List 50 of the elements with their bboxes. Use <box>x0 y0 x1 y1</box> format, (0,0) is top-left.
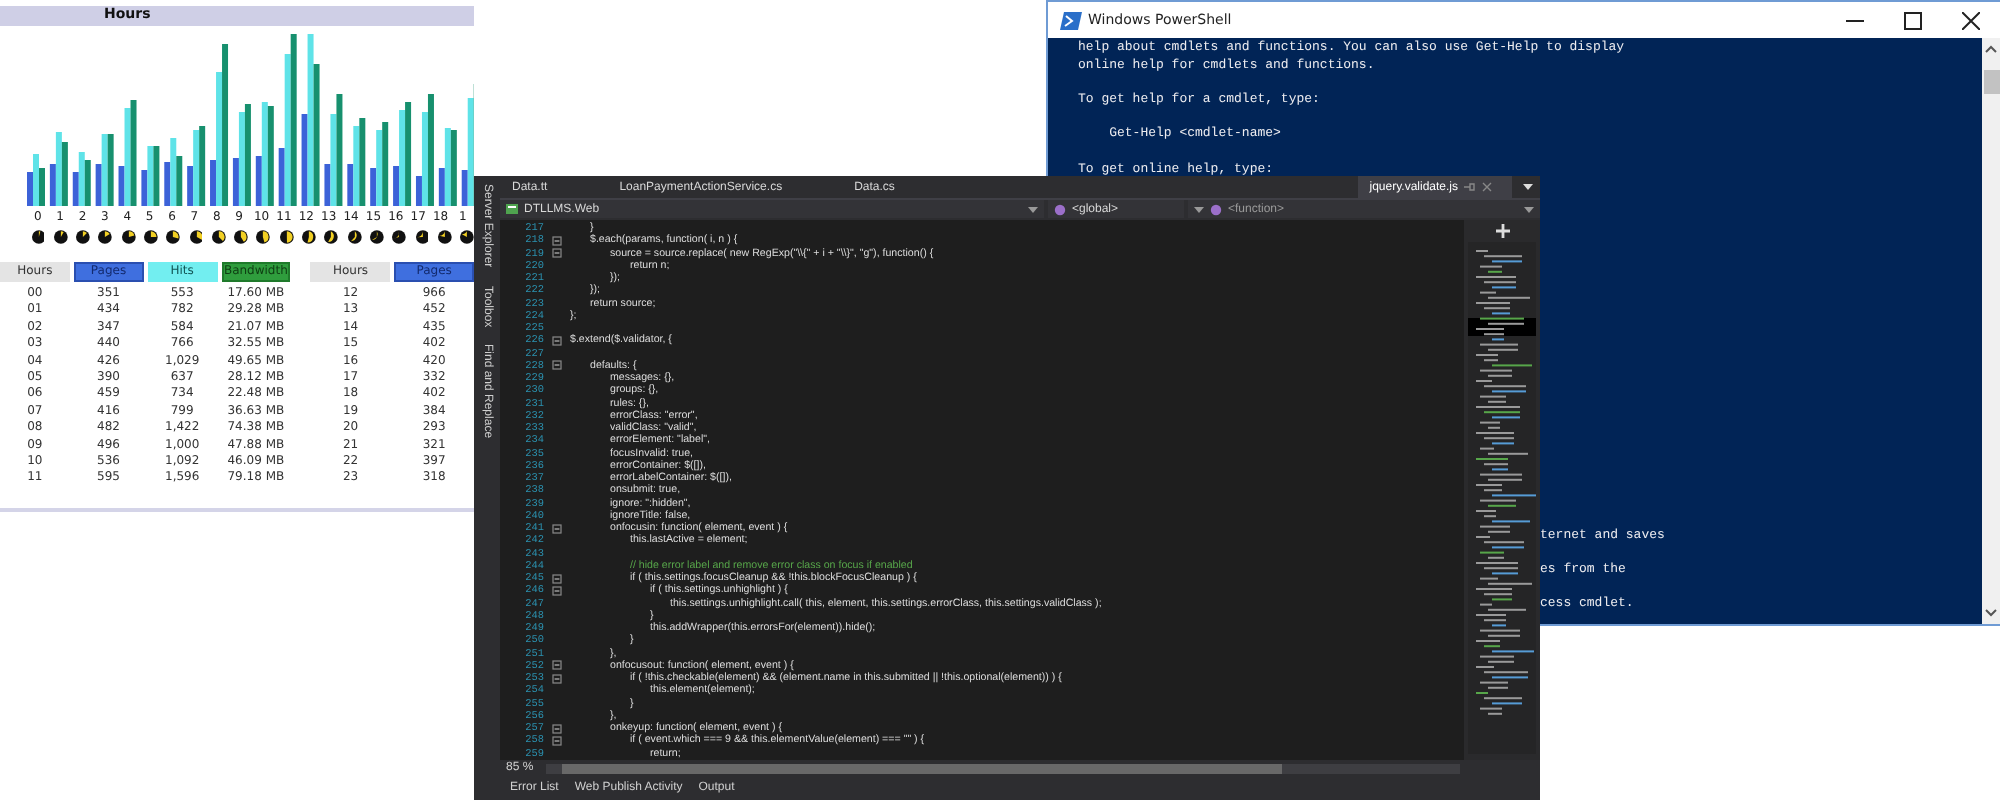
minimap-drawing[interactable] <box>1468 242 1536 754</box>
clock-icon <box>437 230 452 244</box>
collapse-icon[interactable] <box>552 573 562 584</box>
clock-icon <box>143 230 158 244</box>
clock-icon <box>166 230 181 244</box>
clock-icon <box>256 230 271 244</box>
caret-icon <box>1524 205 1534 213</box>
clock-icon <box>31 230 45 244</box>
scroll-thumb[interactable] <box>561 763 1282 773</box>
clock-icon <box>460 230 474 244</box>
clock-icon <box>53 230 68 244</box>
clock-icon <box>98 230 113 244</box>
collapse-icon[interactable] <box>552 523 562 534</box>
pin-icon[interactable] <box>1464 182 1476 192</box>
method-icon <box>1210 203 1222 215</box>
clock-icon <box>392 230 407 244</box>
dropdown-caret-icon[interactable] <box>1522 182 1534 192</box>
close-icon[interactable] <box>1482 182 1492 192</box>
clock-icon <box>234 230 249 244</box>
scope-icon <box>1054 203 1066 215</box>
clock-icon <box>189 230 203 244</box>
clock-icon <box>76 230 90 244</box>
collapse-icon[interactable] <box>552 673 562 684</box>
clock-icon <box>211 230 226 244</box>
clock-icon <box>415 230 429 244</box>
collapse-icon[interactable] <box>552 248 562 259</box>
close-icon <box>1962 11 1980 29</box>
collapse-icon[interactable] <box>552 335 562 346</box>
scrollbar-track[interactable] <box>1982 38 2000 624</box>
collapse-icon[interactable] <box>552 585 562 596</box>
caret-icon <box>1194 205 1204 213</box>
collapse-icon[interactable] <box>552 235 562 246</box>
caret-icon <box>1028 205 1038 213</box>
clock-icon <box>347 230 362 244</box>
collapse-icon[interactable] <box>552 660 562 671</box>
collapse-icon[interactable] <box>552 360 562 371</box>
terminal-prompt-icon <box>1060 11 1082 29</box>
clock-icon <box>324 230 339 244</box>
maximize-icon <box>1904 11 1922 29</box>
clock-icon <box>302 230 316 244</box>
collapse-icon[interactable] <box>552 735 562 746</box>
project-icon <box>506 204 518 214</box>
clock-icon <box>279 230 294 244</box>
split-handle-icon[interactable] <box>1495 224 1509 238</box>
scroll-down-icon[interactable] <box>1984 606 1998 618</box>
clock-icon <box>369 230 384 244</box>
scroll-up-icon[interactable] <box>1984 44 1998 56</box>
scroll-thumb[interactable] <box>1983 70 1999 94</box>
collapse-icon[interactable] <box>552 723 562 734</box>
clock-icon <box>121 230 136 244</box>
